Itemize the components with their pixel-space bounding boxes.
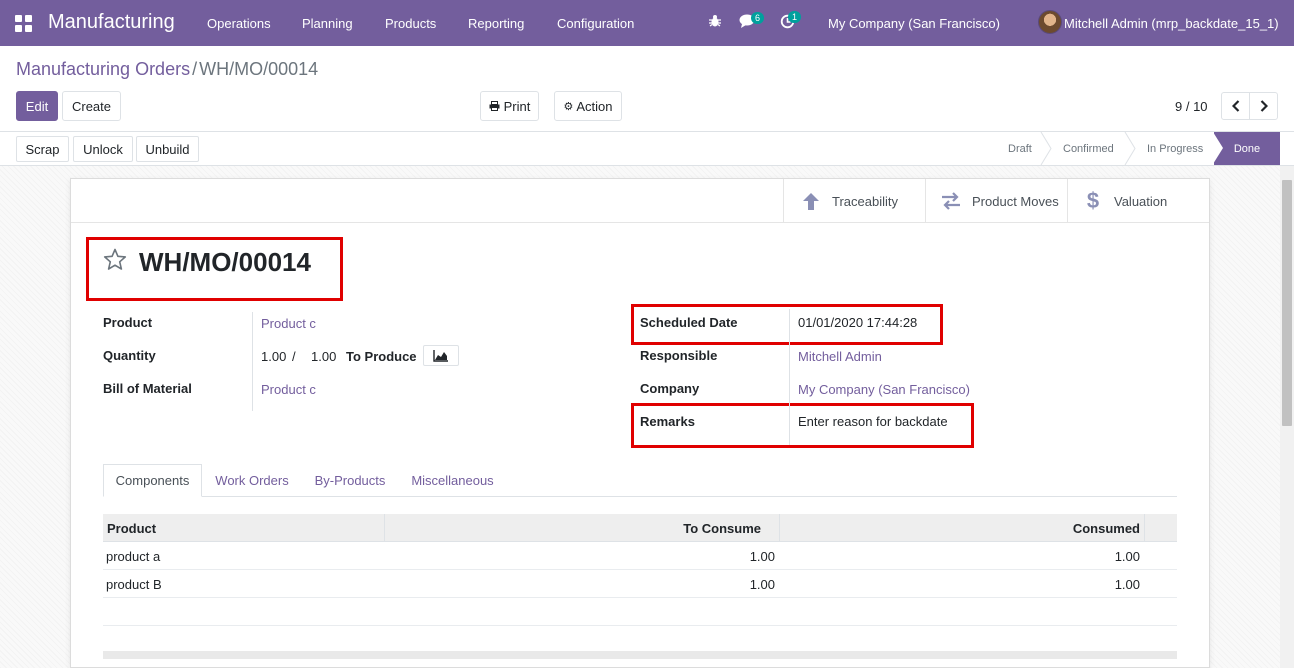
- debug-bug-icon[interactable]: [708, 14, 722, 31]
- action-label: Action: [576, 98, 613, 114]
- row-consumed: 1.00: [1114, 577, 1140, 592]
- company-switcher[interactable]: My Company (San Francisco): [828, 16, 1000, 31]
- area-chart-icon: [433, 349, 448, 362]
- column-header-to-consume[interactable]: To Consume: [683, 521, 761, 536]
- apps-menu-icon[interactable]: [15, 15, 32, 32]
- user-avatar[interactable]: [1038, 10, 1062, 34]
- statusbar: Scrap Unlock Unbuild Draft Confirmed In …: [0, 131, 1294, 166]
- menu-operations[interactable]: Operations: [207, 16, 271, 31]
- row-to-consume: 1.00: [749, 577, 775, 592]
- pager-next-button[interactable]: [1249, 92, 1278, 120]
- exchange-arrows-icon: [942, 192, 960, 210]
- row-product: product B: [106, 577, 162, 592]
- scrap-button[interactable]: Scrap: [16, 136, 69, 162]
- responsible-value[interactable]: Mitchell Admin: [798, 349, 882, 364]
- product-field-label: Product: [103, 315, 153, 330]
- pager-previous-button[interactable]: [1221, 92, 1250, 120]
- row-consumed: 1.00: [1114, 549, 1140, 564]
- remarks-value: Enter reason for backdate: [798, 414, 948, 429]
- table-row[interactable]: product a 1.00 1.00: [103, 542, 1177, 570]
- to-produce-label: To Produce: [346, 349, 417, 364]
- messages-count-badge: 6: [751, 12, 765, 24]
- unbuild-button[interactable]: Unbuild: [136, 136, 199, 162]
- activities-count-badge: 1: [788, 11, 802, 23]
- app-brand[interactable]: Manufacturing: [48, 11, 175, 34]
- menu-products[interactable]: Products: [385, 16, 436, 31]
- qty-total-value: 1.00: [311, 349, 337, 364]
- row-product: product a: [106, 549, 161, 564]
- column-divider: [779, 514, 780, 542]
- top-navbar: Manufacturing Operations Planning Produc…: [0, 0, 1294, 46]
- table-footer: [103, 651, 1177, 659]
- row-to-consume: 1.00: [749, 549, 775, 564]
- product-moves-button[interactable]: Product Moves: [925, 179, 1067, 223]
- scheduled-date-value: 01/01/2020 17:44:28: [798, 315, 918, 330]
- column-divider: [384, 514, 385, 542]
- tab-miscellaneous[interactable]: Miscellaneous: [400, 464, 505, 497]
- smart-button-box: Traceability Product Moves $ Valuation: [71, 179, 1209, 223]
- action-button[interactable]: ⚙ Action: [554, 91, 622, 121]
- menu-reporting[interactable]: Reporting: [468, 16, 524, 31]
- stage-draft[interactable]: Draft: [1008, 132, 1032, 165]
- menu-configuration[interactable]: Configuration: [557, 16, 634, 31]
- edit-button[interactable]: Edit: [16, 91, 58, 121]
- field-divider: [789, 309, 790, 445]
- tab-components[interactable]: Components: [103, 464, 202, 497]
- remarks-label: Remarks: [640, 414, 695, 429]
- print-label: Print: [503, 98, 531, 114]
- quantity-field-label: Quantity: [103, 348, 156, 363]
- user-menu[interactable]: Mitchell Admin (mrp_backdate_15_1): [1064, 16, 1279, 31]
- stage-divider: [1124, 132, 1136, 165]
- forecast-chart-button[interactable]: [423, 345, 459, 366]
- bom-field-label: Bill of Material: [103, 381, 192, 396]
- company-value[interactable]: My Company (San Francisco): [798, 382, 970, 397]
- create-button[interactable]: Create: [62, 91, 121, 121]
- dollar-icon: $: [1086, 188, 1100, 213]
- breadcrumb-current: WH/MO/00014: [199, 59, 319, 79]
- breadcrumb-separator: /: [192, 59, 198, 79]
- chevron-left-icon: [1231, 100, 1239, 112]
- responsible-label: Responsible: [640, 348, 718, 363]
- table-row[interactable]: product B 1.00 1.00: [103, 570, 1177, 598]
- company-label: Company: [640, 381, 700, 396]
- table-row-empty: [103, 598, 1177, 626]
- valuation-button[interactable]: $ Valuation: [1067, 179, 1209, 223]
- scheduled-date-label: Scheduled Date: [640, 315, 738, 330]
- table-header: Product To Consume Consumed: [103, 514, 1177, 542]
- unlock-button[interactable]: Unlock: [73, 136, 133, 162]
- pager-value[interactable]: 9 / 10: [1175, 99, 1208, 114]
- scrollbar-thumb[interactable]: [1282, 180, 1292, 426]
- stage-done[interactable]: Done: [1213, 132, 1280, 165]
- highlight-box-title: [86, 237, 343, 301]
- chevron-right-icon: [1260, 100, 1268, 112]
- product-field-value[interactable]: Product c: [261, 316, 316, 331]
- qty-produced-value: 1.00: [261, 349, 287, 364]
- traceability-label: Traceability: [832, 193, 898, 209]
- tab-by-products[interactable]: By-Products: [302, 464, 398, 497]
- stage-in-progress[interactable]: In Progress: [1147, 132, 1203, 165]
- gear-icon: ⚙: [563, 100, 574, 113]
- menu-planning[interactable]: Planning: [302, 16, 353, 31]
- column-header-product[interactable]: Product: [107, 521, 156, 536]
- product-moves-label: Product Moves: [972, 193, 1059, 209]
- stage-divider: [1040, 132, 1052, 165]
- stage-confirmed[interactable]: Confirmed: [1063, 132, 1114, 165]
- print-button[interactable]: Print: [480, 91, 539, 121]
- traceability-button[interactable]: Traceability: [783, 179, 925, 223]
- print-icon: [489, 101, 500, 111]
- arrow-up-icon: [803, 193, 819, 210]
- field-divider: [252, 312, 253, 411]
- bom-field-value[interactable]: Product c: [261, 382, 316, 397]
- breadcrumb: Manufacturing Orders / WH/MO/00014: [16, 59, 318, 80]
- breadcrumb-parent-link[interactable]: Manufacturing Orders: [16, 59, 190, 79]
- column-divider: [1144, 514, 1145, 542]
- valuation-label: Valuation: [1114, 193, 1168, 209]
- qty-separator: /: [292, 349, 296, 364]
- tab-work-orders[interactable]: Work Orders: [204, 464, 300, 497]
- column-header-consumed[interactable]: Consumed: [1073, 521, 1140, 536]
